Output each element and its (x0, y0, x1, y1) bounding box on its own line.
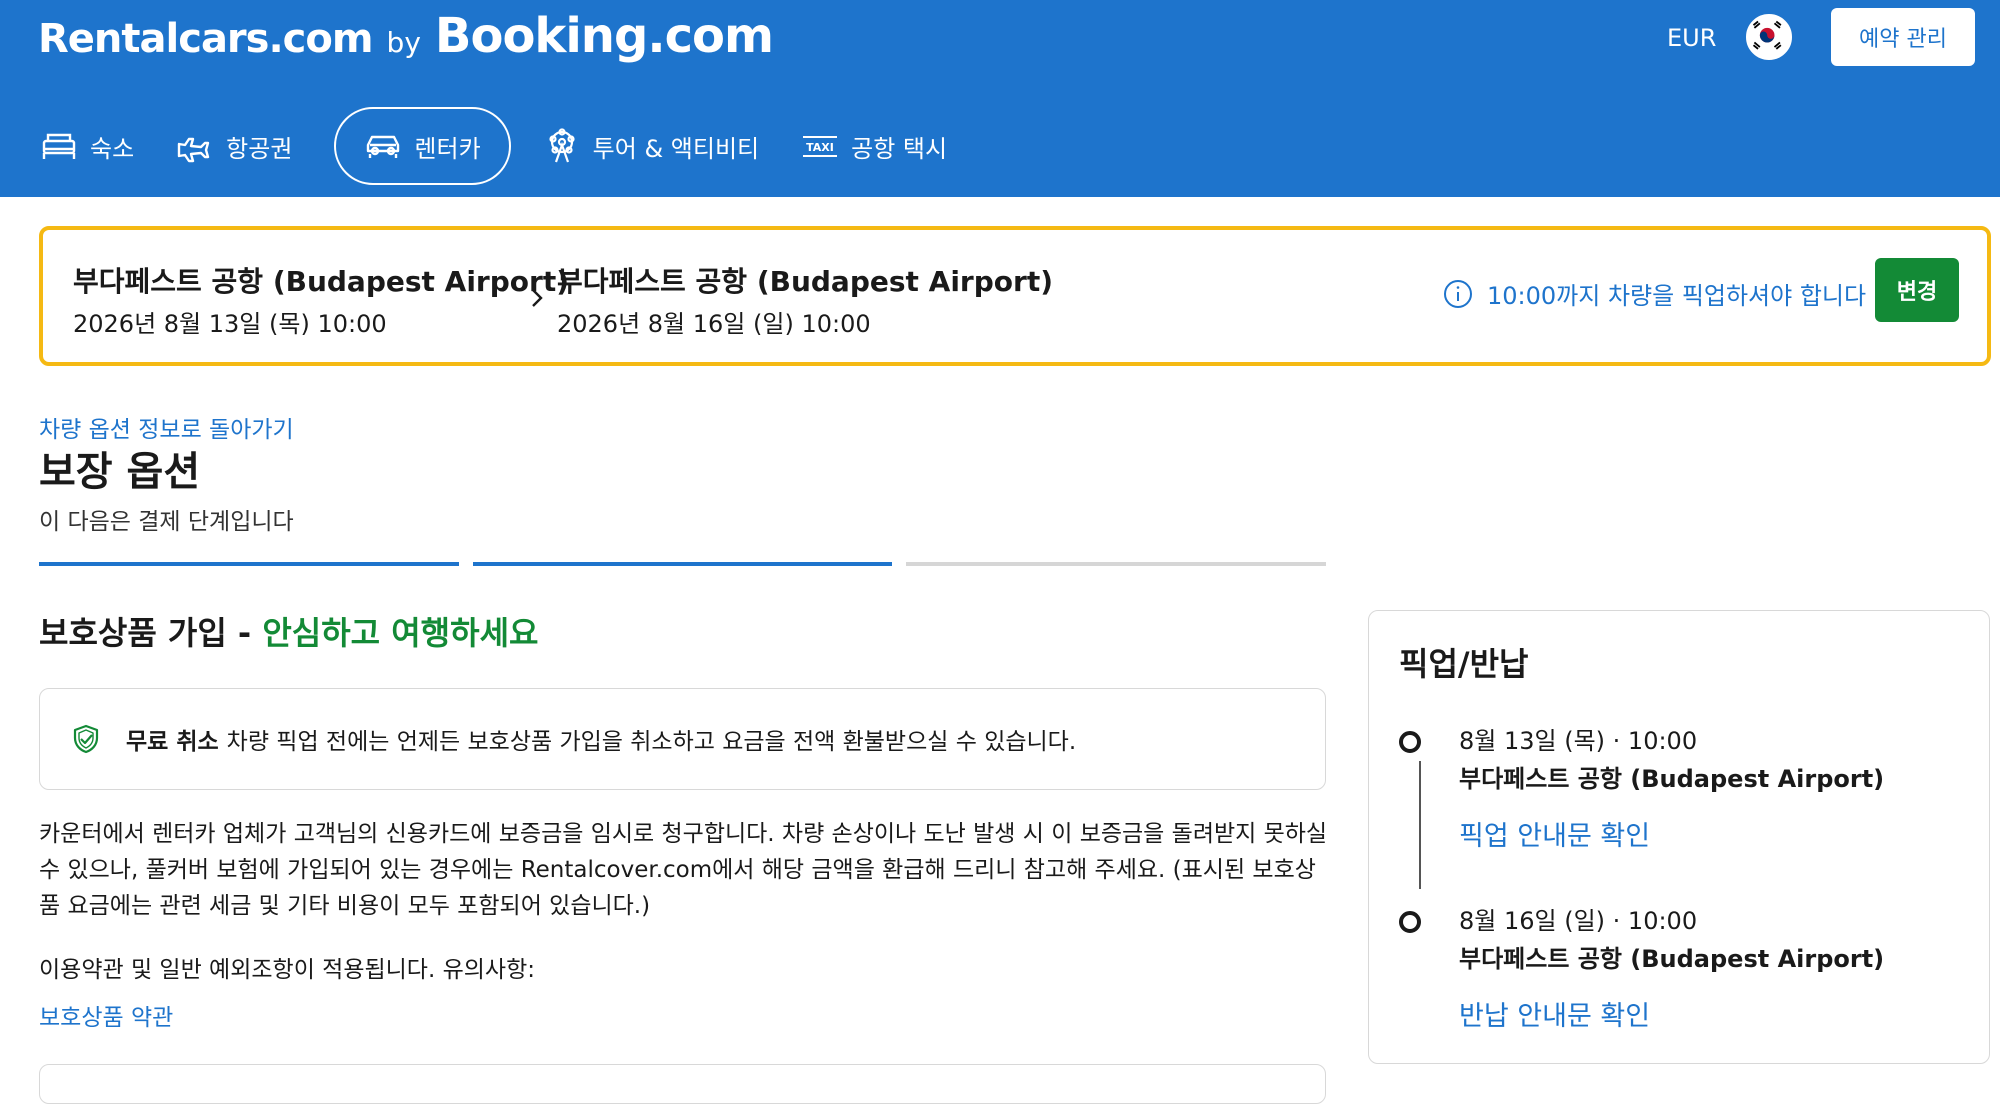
currency-selector[interactable]: EUR (1667, 20, 1716, 56)
nav-label: 숙소 (90, 134, 135, 163)
pickup-place: 부다페스트 공항 (Budapest Airport) (1459, 765, 1885, 793)
timeline-dot-icon (1399, 911, 1421, 933)
free-cancel-text: 차량 픽업 전에는 언제든 보호상품 가입을 취소하고 요금을 전액 환불받으실… (226, 729, 1077, 755)
side-card-title: 픽업/반납 (1399, 645, 1529, 683)
dropoff-date: 2026년 8월 16일 (일) 10:00 (557, 310, 871, 338)
dropoff-instructions-link[interactable]: 반납 안내문 확인 (1459, 997, 1650, 1037)
pickup-instructions-link[interactable]: 픽업 안내문 확인 (1459, 817, 1650, 857)
shield-check-icon (73, 724, 99, 754)
pickup-date: 2026년 8월 13일 (목) 10:00 (73, 310, 387, 338)
dropoff-datetime: 8월 16일 (일) · 10:00 (1459, 907, 1698, 935)
main-nav: 숙소 항공권 렌터카 투어 & 액티비티 TAXI 공항 택시 (30, 106, 979, 186)
car-icon (367, 135, 400, 158)
section-title-highlight: 안심하고 여행하세요 (262, 614, 539, 652)
protection-section-title: 보호상품 가입 - 안심하고 여행하세요 (39, 610, 538, 656)
back-to-car-options-link[interactable]: 차량 옵션 정보로 돌아가기 (39, 410, 294, 444)
pickup-datetime: 8월 13일 (목) · 10:00 (1459, 727, 1698, 755)
progress-step-1 (39, 562, 459, 566)
logo-rentalcars: Rentalcars.com (38, 16, 374, 62)
bed-icon (42, 133, 76, 159)
nav-label: 항공권 (226, 134, 293, 163)
chevron-right-icon (532, 289, 543, 307)
logo-booking: Booking.com (434, 8, 774, 64)
free-cancel-label: 무료 취소 (126, 729, 219, 755)
logo-by: by (386, 26, 421, 59)
search-summary: 부다페스트 공항 (Budapest Airport) 2026년 8월 13일… (39, 226, 1991, 366)
page-subtitle: 이 다음은 결제 단계입니다 (39, 509, 294, 535)
logo[interactable]: Rentalcars.com by Booking.com (38, 8, 774, 68)
timeline-line (1419, 761, 1421, 889)
checkout-progress (39, 562, 1327, 566)
taxi-badge-text: TAXI (806, 141, 834, 154)
progress-step-2 (472, 562, 893, 566)
site-header: Rentalcars.com by Booking.com EUR 예약 관리 … (0, 0, 2000, 197)
nav-item-stays[interactable]: 숙소 (30, 107, 164, 185)
terms-intro: 이용약관 및 일반 예외조항이 적용됩니다. 유의사항: (39, 957, 535, 983)
dropoff-location: 부다페스트 공항 (Budapest Airport) 2026년 8월 16일… (557, 262, 1053, 342)
protection-option-card (39, 1064, 1326, 1104)
change-search-button[interactable]: 변경 (1875, 258, 1959, 322)
nav-item-attractions[interactable]: 투어 & 액티비티 (533, 107, 789, 185)
dropoff-location-name: 부다페스트 공항 (Budapest Airport) (557, 265, 1054, 298)
nav-label: 공항 택시 (851, 134, 948, 163)
plane-icon (177, 137, 210, 163)
nav-label: 투어 & 액티비티 (592, 134, 760, 163)
progress-step-3 (906, 562, 1327, 566)
free-cancellation-box: 무료 취소 차량 픽업 전에는 언제든 보호상품 가입을 취소하고 요금을 전액… (39, 688, 1326, 790)
nav-label: 렌터카 (414, 134, 481, 163)
taxi-icon: TAXI (803, 136, 838, 157)
pickup-location: 부다페스트 공항 (Budapest Airport) 2026년 8월 13일… (73, 262, 569, 342)
pickup-time-note: 10:00까지 차량을 픽업하셔야 합니다 (1443, 276, 1866, 311)
language-flag-icon[interactable] (1746, 14, 1792, 60)
pickup-note-text: 10:00까지 차량을 픽업하셔야 합니다 (1487, 282, 1867, 310)
protection-terms-link[interactable]: 보호상품 약관 (39, 1000, 173, 1036)
manage-booking-button[interactable]: 예약 관리 (1831, 8, 1975, 66)
nav-item-airport-taxi[interactable]: TAXI 공항 택시 (791, 107, 977, 185)
dropoff-place: 부다페스트 공항 (Budapest Airport) (1459, 945, 1885, 973)
info-icon (1444, 279, 1472, 308)
nav-item-flights[interactable]: 항공권 (166, 107, 322, 185)
attractions-icon (549, 128, 575, 163)
timeline-dot-icon (1399, 731, 1421, 753)
page-title: 보장 옵션 (39, 449, 201, 495)
pickup-dropoff-card: 픽업/반납 8월 13일 (목) · 10:00 부다페스트 공항 (Budap… (1368, 610, 1990, 1064)
section-title-prefix: 보호상품 가입 - (39, 614, 263, 652)
pickup-location-name: 부다페스트 공항 (Budapest Airport) (73, 265, 570, 298)
nav-item-car-rental[interactable]: 렌터카 (334, 107, 511, 185)
deposit-explanation: 카운터에서 렌터카 업체가 고객님의 신용카드에 보증금을 임시로 청구합니다.… (39, 821, 1328, 919)
